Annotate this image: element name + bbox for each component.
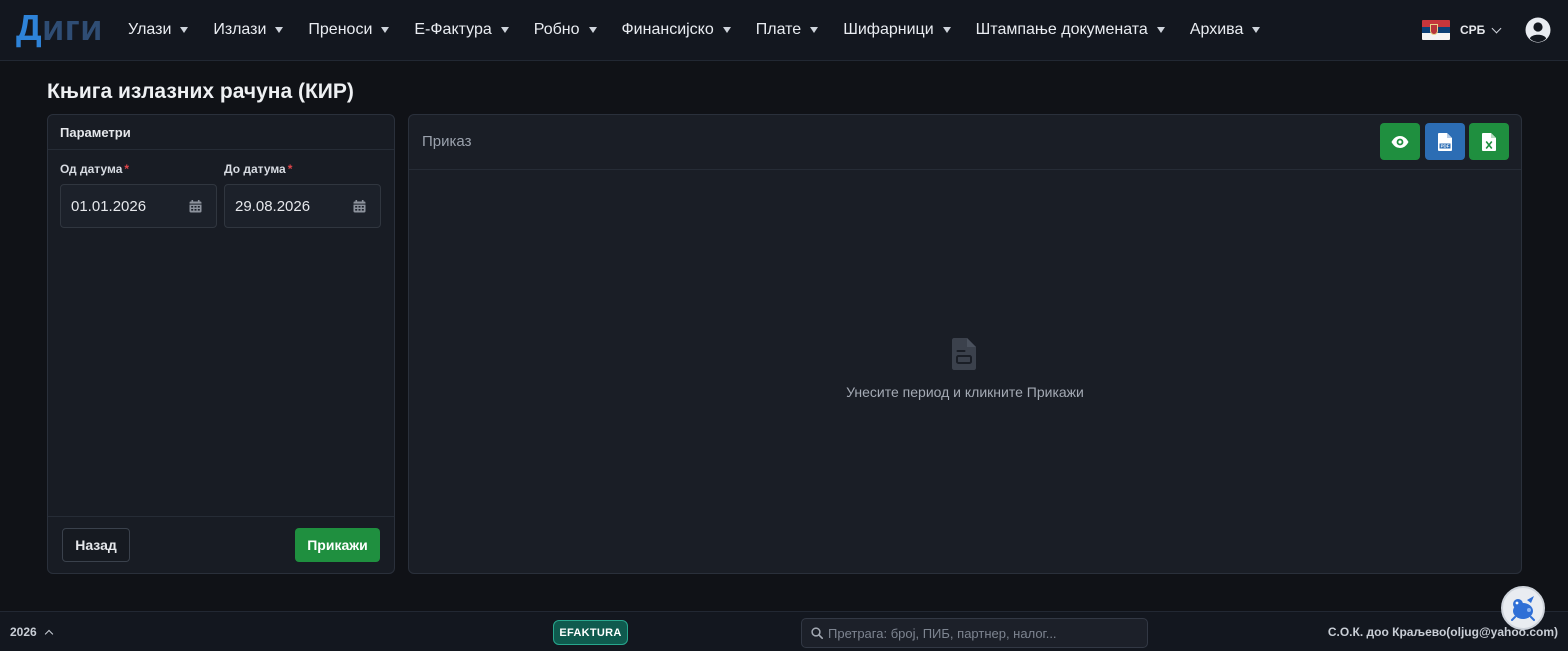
caret-down-icon	[1156, 27, 1165, 33]
chevron-up-icon	[44, 629, 53, 638]
caret-down-icon	[722, 27, 731, 33]
to-date-value: 29.08.2026	[235, 197, 311, 215]
from-date-field[interactable]: 01.01.2026	[60, 184, 217, 228]
caret-down-icon	[275, 27, 284, 33]
logo-rest: иги	[42, 7, 103, 48]
required-mark: *	[124, 162, 130, 176]
menu-label: Плате	[755, 21, 802, 38]
caret-down-icon	[180, 27, 189, 33]
menu-efaktura[interactable]: Е-Фактура	[414, 21, 509, 39]
menu-stampanje[interactable]: Штампање докумената	[976, 21, 1165, 39]
language-label: СРБ	[1460, 23, 1486, 37]
to-date-label: До датума *	[224, 162, 292, 176]
eye-icon	[1391, 135, 1409, 148]
back-button[interactable]: Назад	[62, 528, 130, 562]
menu-label: Излази	[213, 21, 267, 38]
parameters-panel: Параметри Од датума * 01.01.2026 До датум…	[47, 114, 395, 574]
export-pdf-button[interactable]: PDF	[1425, 123, 1465, 160]
app-logo[interactable]: Диги	[16, 6, 103, 50]
efaktura-badge[interactable]: EFAKTURA	[553, 620, 628, 645]
menu-label: Финансијско	[621, 21, 714, 38]
global-search	[801, 618, 1148, 648]
year-label: 2026	[10, 625, 37, 639]
menu-label: Преноси	[308, 21, 373, 38]
preview-button[interactable]	[1380, 123, 1420, 160]
export-excel-button[interactable]	[1469, 123, 1509, 160]
calendar-icon[interactable]	[189, 200, 202, 213]
caret-down-icon	[810, 27, 819, 33]
menu-arhiva[interactable]: Архива	[1190, 21, 1261, 39]
excel-icon	[1482, 132, 1496, 151]
caret-down-icon	[942, 27, 951, 33]
from-date-label-text: Од датума	[60, 162, 123, 176]
year-selector[interactable]: 2026	[10, 625, 53, 639]
main-menu: Улази Излази Преноси Е-Фактура Робно Фин…	[128, 0, 1285, 60]
top-navbar: Диги Улази Излази Преноси Е-Фактура Робн…	[0, 0, 1568, 61]
show-button[interactable]: Прикажи	[295, 528, 380, 562]
parameters-header: Параметри	[48, 115, 394, 150]
search-icon	[811, 627, 823, 639]
search-input[interactable]	[828, 622, 1138, 644]
page-title: Књига излазних рачуна (КИР)	[47, 80, 354, 103]
parameters-footer: Назад Прикажи	[48, 516, 394, 573]
calendar-icon[interactable]	[353, 200, 366, 213]
svg-text:PDF: PDF	[1441, 143, 1450, 148]
caret-down-icon	[500, 27, 509, 33]
menu-label: Робно	[533, 21, 580, 38]
required-mark: *	[287, 162, 293, 176]
pdf-icon: PDF	[1438, 132, 1452, 151]
to-date-label-text: До датума	[224, 162, 286, 176]
menu-label: Штампање докумената	[975, 21, 1148, 38]
preview-panel: Приказ PDF Унесите период и кликните При…	[408, 114, 1522, 574]
serbia-flag-icon	[1422, 20, 1450, 40]
from-date-value: 01.01.2026	[71, 197, 147, 215]
assistant-mascot-icon	[1511, 596, 1535, 621]
menu-ulazi[interactable]: Улази	[128, 21, 189, 39]
empty-state-text: Унесите период и кликните Прикажи	[846, 384, 1084, 400]
menu-robno[interactable]: Робно	[534, 21, 597, 39]
menu-sifarnici[interactable]: Шифарници	[843, 21, 951, 39]
status-bar: 2026 EFAKTURA С.О.К. доо Краљево(oljug@y…	[0, 611, 1568, 651]
preview-title: Приказ	[422, 133, 472, 150]
from-date-label: Од датума *	[60, 162, 129, 176]
chevron-down-icon	[1491, 23, 1502, 33]
language-selector[interactable]: СРБ	[1422, 19, 1502, 41]
menu-prenosi[interactable]: Преноси	[308, 21, 390, 39]
logo-letter: Д	[16, 7, 43, 48]
menu-izlazi[interactable]: Излази	[213, 21, 284, 39]
menu-label: Улази	[128, 21, 172, 38]
user-circle-icon[interactable]	[1525, 17, 1551, 43]
caret-down-icon	[588, 27, 597, 33]
menu-label: Шифарници	[843, 21, 934, 38]
caret-down-icon	[1252, 27, 1261, 33]
preview-header: Приказ PDF	[409, 115, 1521, 170]
menu-finansijsko[interactable]: Финансијско	[622, 21, 731, 39]
to-date-field[interactable]: 29.08.2026	[224, 184, 381, 228]
document-icon	[952, 338, 976, 370]
caret-down-icon	[381, 27, 390, 33]
menu-label: Е-Фактура	[414, 21, 492, 38]
menu-label: Архива	[1189, 21, 1244, 38]
menu-plate[interactable]: Плате	[755, 21, 819, 39]
assistant-button[interactable]	[1501, 586, 1545, 630]
